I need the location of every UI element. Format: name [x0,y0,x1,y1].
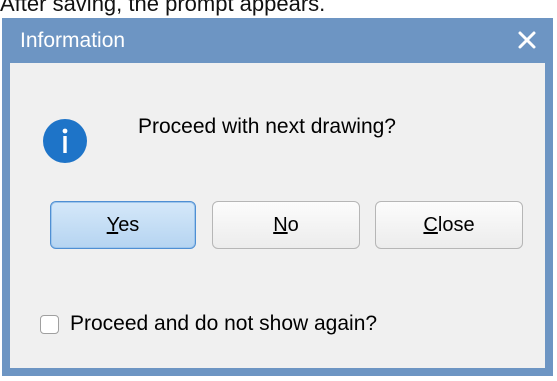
close-x-icon[interactable] [511,24,543,56]
dialog-title: Information [20,29,126,52]
info-icon [42,118,88,164]
do-not-show-again-row[interactable]: Proceed and do not show again? [40,312,377,336]
yes-button-label: Yes [106,213,140,236]
close-button[interactable]: Close [375,201,523,249]
close-button-label: Close [423,213,475,236]
page-caption: After saving, the prompt appears. [0,0,326,16]
dialog-titlebar[interactable]: Information [2,18,553,63]
dialog-message: Proceed with next drawing? [138,115,396,138]
dialog-body: Proceed with next drawing? Yes No Close … [10,63,545,368]
yes-button[interactable]: Yes [50,201,196,249]
information-dialog: Information Proceed with next drawing? Y… [2,18,553,376]
do-not-show-again-checkbox[interactable] [40,314,59,334]
do-not-show-again-label[interactable]: Proceed and do not show again? [70,312,377,336]
no-button[interactable]: No [212,201,360,249]
no-button-label: No [273,213,299,236]
